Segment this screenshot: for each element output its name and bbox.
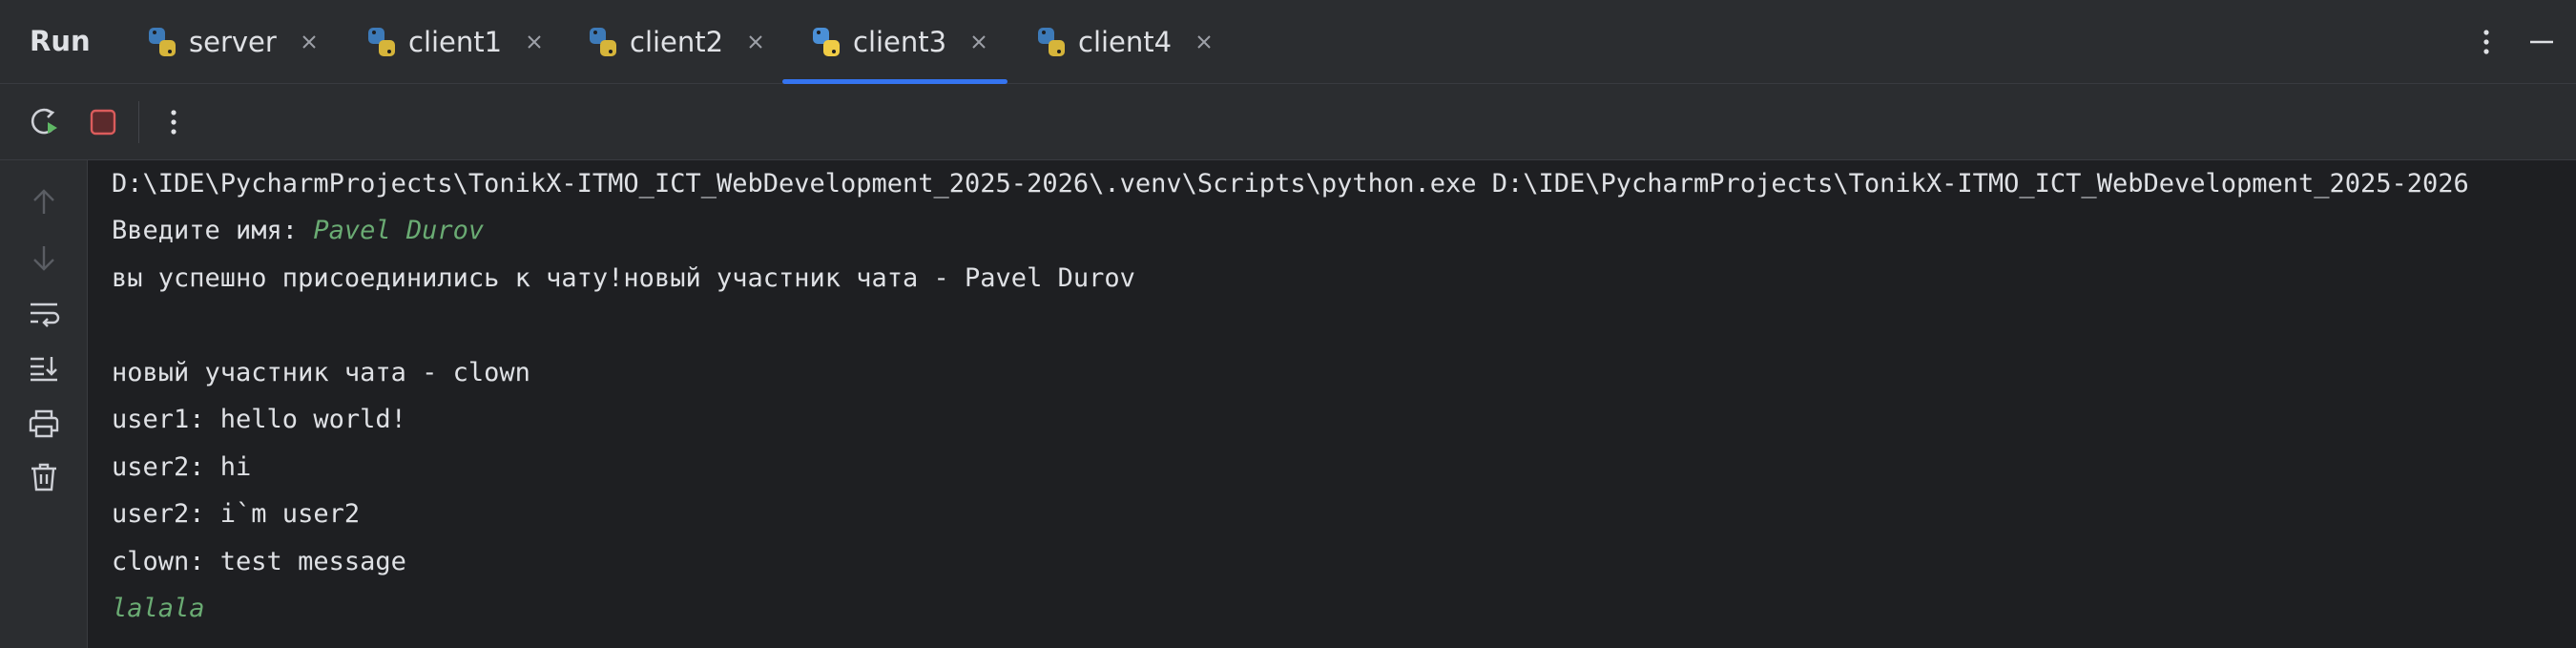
run-tool-window: Run server client1 client2 client3 clien…: [0, 0, 2576, 648]
close-icon[interactable]: [744, 31, 767, 53]
print-icon: [29, 409, 59, 438]
tab-client2[interactable]: client2: [586, 0, 767, 84]
python-icon: [149, 28, 176, 56]
python-icon: [368, 28, 395, 56]
tab-label: client2: [630, 26, 724, 58]
pending-input-line[interactable]: lalala: [112, 585, 205, 633]
tab-client4[interactable]: client4: [1034, 0, 1215, 84]
tab-label: client4: [1078, 26, 1173, 58]
tool-window-title: Run: [30, 25, 91, 57]
python-icon: [1038, 28, 1065, 56]
rerun-button[interactable]: [25, 101, 67, 143]
scroll-to-end-icon: [31, 357, 57, 382]
tab-label: client1: [408, 26, 503, 58]
minimize-icon[interactable]: [2521, 21, 2563, 63]
tab-server[interactable]: server: [145, 0, 321, 84]
more-vertical-icon: [171, 110, 177, 135]
tab-label: server: [189, 26, 277, 58]
console-gutter: [0, 160, 88, 648]
console-output[interactable]: D:\IDE\PycharmProjects\TonikX-ITMO_ICT_W…: [88, 160, 2576, 648]
trash-icon: [31, 463, 56, 491]
run-toolbar: [0, 84, 2576, 160]
close-icon[interactable]: [967, 31, 990, 53]
output-line: user2: hi: [112, 452, 252, 482]
next-occurrence-button[interactable]: [23, 237, 65, 279]
close-icon[interactable]: [298, 31, 321, 53]
output-line: user1: hello world!: [112, 405, 406, 434]
soft-wrap-button[interactable]: [23, 292, 65, 334]
prompt-text: Введите имя:: [112, 216, 314, 245]
arrow-down-icon: [33, 246, 54, 271]
rerun-icon: [31, 108, 57, 135]
print-button[interactable]: [23, 403, 65, 445]
tabbar-actions: [2465, 21, 2576, 63]
arrow-up-icon: [33, 189, 54, 214]
stop-button[interactable]: [82, 101, 124, 143]
python-icon: [813, 28, 840, 56]
tab-client3[interactable]: client3: [782, 0, 1008, 84]
tab-client1[interactable]: client1: [364, 0, 546, 84]
stop-icon: [90, 109, 116, 136]
more-options-button[interactable]: [153, 101, 195, 143]
clear-all-button[interactable]: [23, 456, 65, 498]
toolbar-separator: [138, 101, 139, 143]
run-tab-bar: Run server client1 client2 client3 clien…: [0, 0, 2576, 84]
soft-wrap-icon: [31, 303, 60, 327]
user-input-text: Pavel Durov: [313, 216, 485, 245]
scroll-to-end-button[interactable]: [23, 347, 65, 389]
previous-occurrence-button[interactable]: [23, 181, 65, 223]
tab-label: client3: [853, 26, 947, 58]
name-prompt-line: Введите имя: Pavel Durov: [112, 207, 484, 255]
output-line: вы успешно присоединились к чату!новый у…: [112, 263, 1135, 293]
output-line: clown: test message: [112, 547, 406, 576]
command-line: D:\IDE\PycharmProjects\TonikX-ITMO_ICT_W…: [112, 169, 2469, 199]
more-vertical-icon[interactable]: [2465, 21, 2507, 63]
output-line: новый участник чата - clown: [112, 358, 530, 387]
python-icon: [590, 28, 616, 56]
close-icon[interactable]: [523, 31, 546, 53]
close-icon[interactable]: [1193, 31, 1215, 53]
output-line: user2: i`m user2: [112, 499, 361, 529]
